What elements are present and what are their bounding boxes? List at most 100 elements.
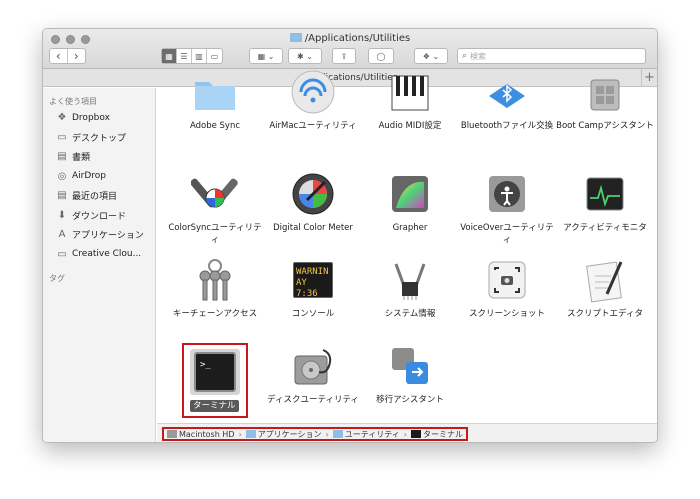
file-item[interactable]: ディスクユーティリティ (263, 342, 363, 406)
file-label: システム情報 (384, 309, 436, 319)
breadcrumb-label: ターミナル (422, 429, 463, 439)
breadcrumb-label: Macintosh HD (179, 429, 235, 439)
file-item[interactable]: キーチェーンアクセス (165, 256, 265, 320)
breadcrumb-item[interactable]: ターミナル (410, 429, 463, 440)
file-item[interactable]: Boot Campアシスタント (555, 68, 655, 132)
file-label: スクリーンショット (468, 309, 546, 319)
arrange-button[interactable]: ▦ ⌄ (249, 48, 283, 64)
file-label[interactable]: ターミナル (190, 400, 239, 412)
breadcrumb-item[interactable]: ユーティリティ (332, 429, 400, 440)
file-label: ColorSyncユーティリティ (168, 223, 262, 245)
search-input[interactable]: ⌕ 検索 (457, 48, 646, 64)
file-item[interactable]: Digital Color Meter (263, 170, 363, 234)
file-label: AirMacユーティリティ (269, 121, 357, 131)
file-item[interactable]: スクリプトエディタ (555, 256, 655, 320)
sidebar-item-creative-cloud[interactable]: ▭ Creative Clou... (43, 245, 155, 265)
documents-icon: ▤ (57, 151, 67, 163)
file-label: 移行アシスタント (376, 395, 444, 405)
disk-icon (167, 430, 177, 438)
icon-view-button[interactable]: ▦ (162, 49, 177, 63)
share-button[interactable]: ⇪ (332, 48, 356, 64)
list-view-button[interactable]: ☰ (177, 49, 192, 63)
sidebar-item-label: AirDrop (72, 171, 107, 182)
sidebar-tags-header: タグ (49, 274, 65, 283)
file-item[interactable]: AirMacユーティリティ (263, 68, 363, 132)
file-item[interactable]: Bluetoothファイル交換 (457, 68, 557, 132)
sidebar-item-label: Dropbox (72, 112, 110, 123)
activity-monitor-icon (581, 170, 629, 218)
sidebar-item-label: ダウンロード (72, 211, 127, 222)
script-editor-icon (581, 256, 629, 304)
sidebar-item-label: アプリケーション (72, 231, 144, 242)
console-line: WARNIN (296, 267, 329, 277)
file-item[interactable]: Grapher (360, 170, 460, 234)
tag-button[interactable]: ◯ (368, 48, 394, 64)
file-label: Digital Color Meter (273, 223, 353, 233)
breadcrumb-item[interactable]: アプリケーション (245, 429, 322, 440)
sidebar-item-applications[interactable]: A アプリケーション (43, 225, 155, 245)
forward-button[interactable]: › (68, 49, 85, 63)
folder-icon (289, 33, 302, 42)
path-bar: Macintosh HD › アプリケーション › ユーティリティ › ターミナ… (157, 423, 657, 442)
sidebar-item-documents[interactable]: ▤ 書類 (43, 147, 155, 167)
finder-window: /Applications/Utilities ‹ › ▦ ☰ ▥ ▭ ▦ ⌄ … (42, 28, 658, 443)
keychain-icon (191, 256, 239, 304)
back-forward-group: ‹ › (49, 48, 86, 64)
sidebar-item-desktop[interactable]: ▭ デスクトップ (43, 128, 155, 148)
file-item[interactable]: スクリーンショット (457, 256, 557, 320)
file-item[interactable]: Audio MIDI設定 (360, 68, 460, 132)
view-mode-group: ▦ ☰ ▥ ▭ (161, 48, 223, 64)
dropbox-icon: ❖ (57, 112, 67, 124)
sidebar-item-label: 書類 (72, 153, 91, 164)
breadcrumb-label: ユーティリティ (344, 429, 400, 439)
sidebar-item-downloads[interactable]: ⬇ ダウンロード (43, 206, 155, 226)
search-icon: ⌕ (462, 51, 468, 61)
audio-midi-icon (386, 68, 434, 116)
bootcamp-icon (581, 68, 629, 116)
file-label: Bluetoothファイル交換 (460, 121, 554, 131)
sidebar-favorites-header: よく使う項目 (49, 97, 97, 106)
file-item[interactable]: 移行アシスタント (360, 342, 460, 406)
breadcrumb-item[interactable]: Macintosh HD (167, 430, 234, 439)
console-icon: WARNIN AY 7:36 (289, 256, 337, 304)
console-screen: WARNIN AY 7:36 (293, 262, 333, 298)
sidebar-item-label: 最近の項目 (72, 192, 118, 203)
terminal-icon (410, 430, 421, 438)
column-view-button[interactable]: ▥ (192, 49, 207, 63)
file-item[interactable]: ColorSyncユーティリティ (165, 170, 265, 246)
sidebar-item-airdrop[interactable]: ◎ AirDrop (43, 167, 155, 187)
file-item[interactable]: WARNIN AY 7:36 コンソール (263, 256, 363, 320)
file-item[interactable]: VoiceOverユーティリティ (457, 170, 557, 246)
screenshot-icon (483, 256, 531, 304)
title-bar: /Applications/Utilities ‹ › ▦ ☰ ▥ ▭ ▦ ⌄ … (43, 29, 657, 69)
recents-icon: ▤ (57, 190, 67, 202)
file-label: Boot Campアシスタント (556, 121, 654, 131)
gallery-view-button[interactable]: ▭ (207, 49, 222, 63)
folder-icon: ▭ (57, 248, 67, 260)
file-label: Adobe Sync (189, 121, 241, 131)
migration-icon (386, 342, 434, 390)
file-label: アクティビティモニタ (563, 223, 647, 233)
file-item[interactable]: アクティビティモニタ (555, 170, 655, 234)
action-button[interactable]: ✱ ⌄ (288, 48, 322, 64)
airmac-utility-icon (289, 68, 337, 116)
colorsync-icon (190, 170, 239, 218)
dropbox-button[interactable]: ❖ ⌄ (414, 48, 448, 64)
airdrop-icon: ◎ (57, 170, 67, 182)
sidebar-item-recents[interactable]: ▤ 最近の項目 (43, 186, 155, 206)
file-label: VoiceOverユーティリティ (460, 223, 554, 245)
folder-icon (332, 430, 343, 438)
downloads-icon: ⬇ (57, 209, 67, 221)
color-meter-icon (289, 170, 337, 218)
back-button[interactable]: ‹ (50, 49, 68, 63)
file-item[interactable]: Adobe Sync (165, 68, 265, 132)
breadcrumb: Macintosh HD › アプリケーション › ユーティリティ › ターミナ… (162, 427, 468, 441)
file-label: Grapher (392, 223, 428, 233)
file-grid: Adobe Sync AirMacユーティリティ Audio MIDI設定 Bl… (157, 70, 657, 423)
chevron-right-icon: › (238, 429, 242, 439)
desktop-icon: ▭ (57, 131, 67, 143)
file-item[interactable]: システム情報 (360, 256, 460, 320)
terminal-icon[interactable]: >_ (194, 352, 236, 392)
sidebar-item-label: デスクトップ (72, 133, 127, 144)
sidebar-item-dropbox[interactable]: ❖ Dropbox (43, 108, 155, 128)
